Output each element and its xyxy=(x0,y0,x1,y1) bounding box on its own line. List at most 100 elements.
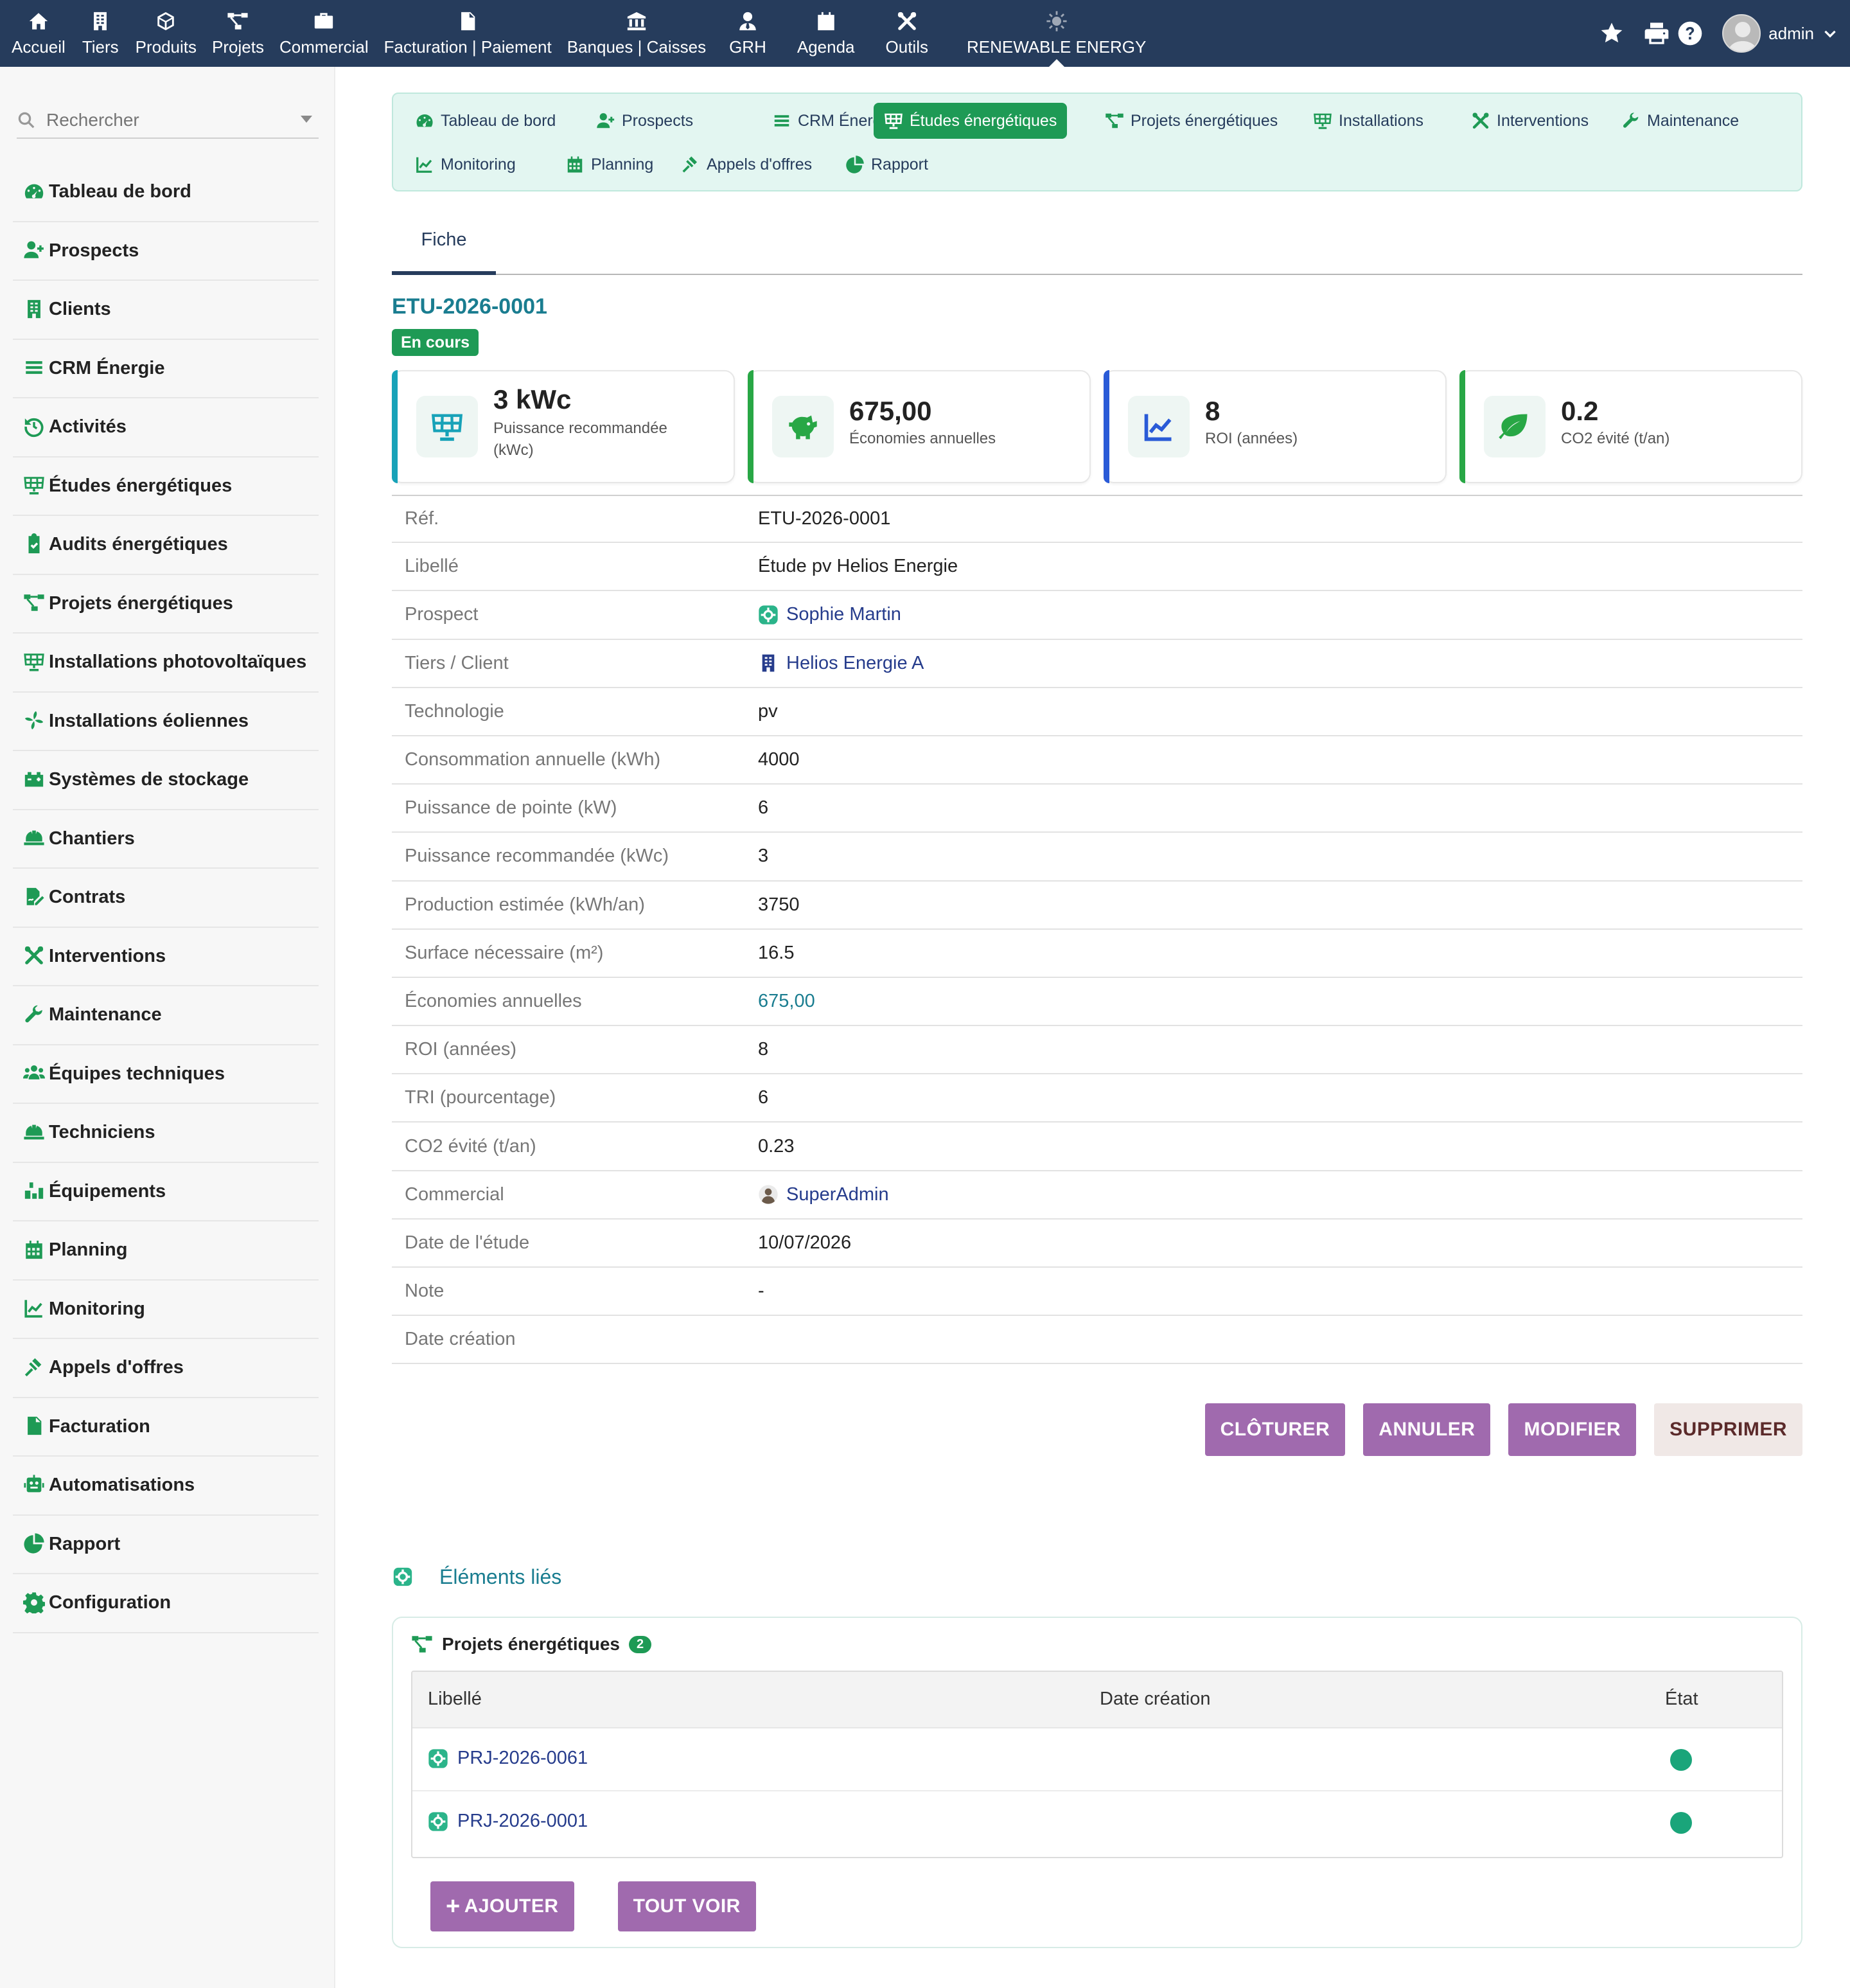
sidebar-item-clients[interactable]: Clients xyxy=(13,281,319,340)
topnav-item-projets[interactable]: Projets xyxy=(204,0,272,67)
sidebar-item-etudes-energetiques[interactable]: Études énergétiques xyxy=(13,457,319,516)
subnav-monitoring[interactable]: Monitoring xyxy=(405,146,526,182)
topnav-item-banques-caisses[interactable]: Banques | Caisses xyxy=(559,0,714,67)
subnav-prospects[interactable]: Prospects xyxy=(586,103,703,139)
subnav-rapport[interactable]: Rapport xyxy=(835,146,938,182)
field-value-text[interactable]: SuperAdmin xyxy=(786,1184,889,1205)
sidebar-item-prospects[interactable]: Prospects xyxy=(13,222,319,281)
prospect-icon xyxy=(758,605,779,625)
subnav-appels-d-offres[interactable]: Appels d'offres xyxy=(671,146,822,182)
field-value: pv xyxy=(758,701,778,722)
cloturer-button[interactable]: CLÔTURER xyxy=(1204,1403,1346,1456)
sidebar-item-automatisations[interactable]: Automatisations xyxy=(13,1457,319,1516)
topnav-item-commercial[interactable]: Commercial xyxy=(272,0,376,67)
sidebar-item-configuration[interactable]: Configuration xyxy=(13,1574,319,1633)
search-input[interactable] xyxy=(45,109,289,131)
subnav-label: Appels d'offres xyxy=(707,155,813,173)
sidebar-item-maintenance[interactable]: Maintenance xyxy=(13,986,319,1045)
topnav-item-facturation-paiement[interactable]: Facturation | Paiement xyxy=(376,0,559,67)
modifier-button[interactable]: MODIFIER xyxy=(1508,1403,1637,1456)
tab-fiche[interactable]: Fiche xyxy=(392,208,496,275)
sidebar-search[interactable] xyxy=(17,103,319,139)
sidebar-item-label: Facturation xyxy=(49,1416,150,1437)
user-plus-icon xyxy=(23,239,46,262)
topnav-item-tiers[interactable]: Tiers xyxy=(73,0,128,67)
column-header-label[interactable]: Libellé xyxy=(428,1689,482,1710)
sidebar-item-monitoring[interactable]: Monitoring xyxy=(13,1281,319,1339)
user-avatar-icon xyxy=(758,1184,779,1205)
topnav-item-grh[interactable]: GRH xyxy=(714,0,782,67)
supprimer-button[interactable]: SUPPRIMER xyxy=(1654,1403,1802,1456)
table-header: Libellé Date création État xyxy=(412,1672,1782,1728)
linked-projects-table: Libellé Date création État PRJ-2026-0061… xyxy=(411,1671,1783,1858)
field-label: TRI (pourcentage) xyxy=(405,1087,556,1108)
field-value: - xyxy=(758,1281,764,1302)
kpi-card: 675,00 Économies annuelles xyxy=(748,370,1091,483)
field-row-puissance-recommandee-kwc: Puissance recommandée (kWc) 3 xyxy=(392,833,1802,882)
field-value[interactable]: Sophie Martin xyxy=(758,604,901,625)
sidebar-item-techniciens[interactable]: Techniciens xyxy=(13,1104,319,1163)
sidebar-item-facturation[interactable]: Facturation xyxy=(13,1398,319,1457)
sidebar-item-interventions[interactable]: Interventions xyxy=(13,928,319,986)
view-all-button[interactable]: TOUT VOIR xyxy=(617,1881,756,1931)
topnav-label: Tiers xyxy=(82,37,119,57)
project-link[interactable]: PRJ-2026-0061 xyxy=(428,1748,588,1769)
sidebar-item-installations-eoliennes[interactable]: Installations éoliennes xyxy=(13,693,319,751)
sidebar-item-activites[interactable]: Activités xyxy=(13,398,319,457)
sidebar-item-tableau-de-bord[interactable]: Tableau de bord xyxy=(13,163,319,222)
bank-icon xyxy=(626,10,648,32)
column-header-date[interactable]: Date création xyxy=(1100,1689,1211,1710)
field-value-text[interactable]: Helios Energie A xyxy=(786,653,924,674)
project-label[interactable]: PRJ-2026-0061 xyxy=(457,1748,588,1769)
sidebar-item-projets-energetiques[interactable]: Projets énergétiques xyxy=(13,575,319,634)
topnav-label: Projets xyxy=(212,37,264,57)
column-header-state[interactable]: État xyxy=(1665,1689,1698,1710)
project-label[interactable]: PRJ-2026-0001 xyxy=(457,1811,588,1832)
project-diagram-icon xyxy=(1105,111,1124,130)
subnav-tableau-de-bord[interactable]: Tableau de bord xyxy=(405,103,566,139)
sidebar-item-equipements[interactable]: Équipements xyxy=(13,1163,319,1221)
user-menu[interactable]: admin xyxy=(1722,14,1838,53)
kpi-card: 8 ROI (années) xyxy=(1104,370,1447,483)
annuler-button[interactable]: ANNULER xyxy=(1363,1403,1491,1456)
field-value: 3750 xyxy=(758,894,800,916)
top-nav-menu: Accueil Tiers Produits Projets Commercia… xyxy=(4,0,1169,67)
sidebar-item-systemes-de-stockage[interactable]: Systèmes de stockage xyxy=(13,751,319,810)
field-label: Commercial xyxy=(405,1184,504,1205)
building-icon xyxy=(23,298,46,321)
subnav-projets-energetiques[interactable]: Projets énergétiques xyxy=(1095,103,1288,139)
field-value-text: 6 xyxy=(758,1087,769,1108)
subnav-planning[interactable]: Planning xyxy=(555,146,664,182)
sidebar-item-chantiers[interactable]: Chantiers xyxy=(13,810,319,869)
topnav-item-outils[interactable]: Outils xyxy=(870,0,944,67)
project-link[interactable]: PRJ-2026-0001 xyxy=(428,1811,588,1832)
sidebar-item-crm-energie[interactable]: CRM Énergie xyxy=(13,340,319,398)
topnav-item-renewable-energy[interactable]: RENEWABLE ENERGY xyxy=(944,0,1169,67)
chart-line-icon xyxy=(23,1297,46,1320)
chart-line-icon xyxy=(1142,410,1176,443)
field-value[interactable]: Helios Energie A xyxy=(758,653,924,674)
field-value-text[interactable]: Sophie Martin xyxy=(786,604,901,625)
star-icon[interactable] xyxy=(1599,21,1625,46)
subnav-interventions[interactable]: Interventions xyxy=(1461,103,1599,139)
subnav-maintenance[interactable]: Maintenance xyxy=(1611,103,1749,139)
sidebar-item-equipes-techniques[interactable]: Équipes techniques xyxy=(13,1045,319,1104)
sidebar-item-appels-d-offres[interactable]: Appels d'offres xyxy=(13,1339,319,1398)
printer-icon[interactable] xyxy=(1644,21,1669,46)
subnav-etudes-energetiques[interactable]: Études énergétiques xyxy=(874,103,1068,139)
search-dropdown-caret[interactable] xyxy=(301,116,312,123)
sidebar-item-planning[interactable]: Planning xyxy=(13,1221,319,1281)
sidebar-item-contrats[interactable]: Contrats xyxy=(13,869,319,928)
add-button[interactable]: + AJOUTER xyxy=(430,1881,574,1931)
topnav-item-agenda[interactable]: Agenda xyxy=(782,0,870,67)
subnav-installations[interactable]: Installations xyxy=(1303,103,1434,139)
subnav-label: Études énergétiques xyxy=(910,111,1057,130)
sidebar-item-rapport[interactable]: Rapport xyxy=(13,1516,319,1574)
calendar-icon xyxy=(23,1239,46,1262)
help-icon[interactable] xyxy=(1677,21,1703,46)
sidebar-item-installations-photovoltaiques[interactable]: Installations photovoltaïques xyxy=(13,634,319,693)
topnav-item-accueil[interactable]: Accueil xyxy=(4,0,73,67)
sidebar-item-audits-energetiques[interactable]: Audits énergétiques xyxy=(13,516,319,575)
field-value[interactable]: SuperAdmin xyxy=(758,1184,889,1205)
topnav-item-produits[interactable]: Produits xyxy=(128,0,204,67)
